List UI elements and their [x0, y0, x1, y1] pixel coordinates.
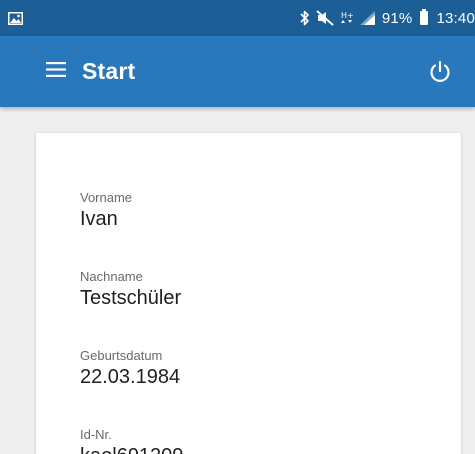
- status-left: [8, 11, 300, 25]
- app-screen: H+ 91% 13:40 Start Vorname Ivan Nachname…: [0, 0, 475, 454]
- logout-button[interactable]: [427, 59, 453, 85]
- page-title: Start: [82, 58, 136, 84]
- power-icon: [427, 60, 453, 89]
- field-label: Id-Nr.: [80, 427, 112, 442]
- field-birth-date: Geburtsdatum 22.03.1984: [80, 348, 180, 388]
- field-label: Vorname: [80, 190, 133, 205]
- app-bar: Start: [0, 36, 475, 107]
- menu-icon: [46, 61, 66, 82]
- network-icon: H+: [340, 10, 354, 26]
- gallery-icon: [8, 11, 23, 25]
- field-value: Testschüler: [80, 287, 182, 309]
- field-value: kaol691209: [80, 445, 183, 454]
- clock: 13:40: [436, 9, 475, 27]
- signal-icon: [359, 11, 376, 25]
- field-first-name: Vorname Ivan: [80, 190, 132, 230]
- battery-icon: [420, 9, 429, 25]
- menu-button[interactable]: [44, 60, 68, 84]
- battery-percent: 91%: [381, 9, 413, 27]
- status-right: H+ 91% 13:40: [300, 9, 475, 27]
- svg-text:H+: H+: [341, 11, 354, 20]
- profile-card: Vorname Ivan Nachname Testschüler Geburt…: [36, 133, 461, 454]
- mute-icon: [316, 10, 334, 26]
- status-bar: H+ 91% 13:40: [0, 0, 475, 36]
- field-last-name: Nachname Testschüler: [80, 269, 181, 309]
- field-value: 22.03.1984: [80, 366, 181, 388]
- bluetooth-icon: [300, 10, 310, 26]
- field-id-number: Id-Nr. kaol691209: [80, 427, 183, 454]
- field-label: Geburtsdatum: [80, 348, 163, 363]
- field-label: Nachname: [80, 269, 143, 284]
- field-value: Ivan: [80, 208, 118, 230]
